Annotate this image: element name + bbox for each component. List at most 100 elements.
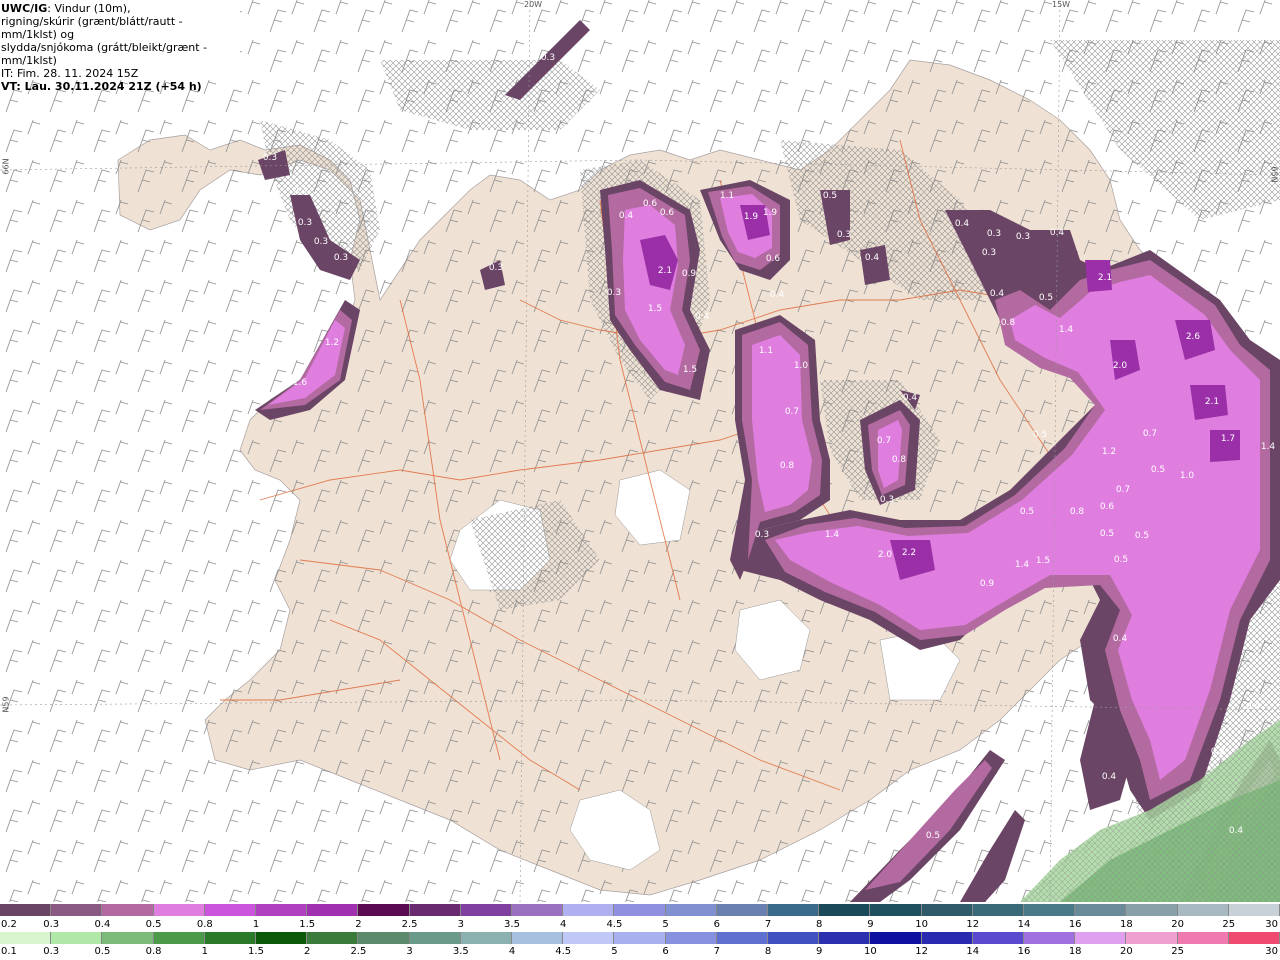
precip-value-label: 0.4 (865, 253, 880, 263)
precip-value-label: 0.4 (1246, 702, 1261, 712)
precip-value-label: 0.4 (1229, 826, 1244, 836)
legend-swatch (409, 904, 461, 916)
precip-value-label: 0.4 (619, 211, 634, 221)
precip-value-label: 0.3 (314, 237, 328, 247)
legend-swatch (512, 932, 564, 944)
legend-swatch (1228, 904, 1280, 916)
precip-value-label: 2.0 (1113, 361, 1128, 371)
precip-value-label: 0.5 (1151, 465, 1165, 475)
legend-label: 4 (560, 919, 567, 930)
precip-value-label: 0.3 (880, 495, 894, 505)
legend-label: 30 (1265, 919, 1278, 930)
legend-swatch (358, 932, 410, 944)
legend-swatch (460, 932, 513, 944)
model-name: UWC/IG (1, 2, 48, 15)
legend-label: 0.2 (1, 919, 17, 930)
legend-swatch (0, 932, 52, 944)
legend-snow-labels: 0.2 0.3 0.4 0.5 0.8 1 1.5 2 2.5 3 3.5 4 4.5 5 6 7 8 9 10 12… (0, 919, 1280, 931)
precip-value-label: 0.7 (1116, 485, 1130, 495)
precip-value-label: 1.4 (1261, 442, 1276, 452)
legend-swatch (563, 932, 615, 944)
legend-label: 18 (1068, 946, 1082, 957)
legend-label: 1.5 (299, 919, 316, 930)
precip-value-label: 0.2 (1211, 747, 1225, 757)
title-line-3: slydda/snjókoma (grátt/bleikt/grænt - mm… (1, 41, 208, 67)
legend-swatch (204, 904, 257, 916)
lat-label-65n-left: N59 (1, 696, 11, 713)
legend-swatch (921, 932, 973, 944)
legend-swatch (256, 932, 308, 944)
precip-value-label: 0.7 (785, 407, 799, 417)
legend-label: 14 (966, 946, 980, 957)
precip-value-label: 1.1 (759, 346, 773, 356)
legend-snow-colorbar (0, 904, 1280, 916)
precip-value-label: 1.4 (1015, 560, 1030, 570)
legend-swatch (921, 904, 973, 916)
precip-value-label: 0.3 (293, 186, 307, 196)
precip-value-label: 1.5 (1036, 556, 1050, 566)
legend-swatch (102, 904, 154, 916)
precip-value-label: 1.9 (763, 208, 778, 218)
precip-value-label: 0.3 (489, 263, 503, 273)
legend-swatch (102, 932, 154, 944)
legend-swatch (409, 932, 461, 944)
valid-time: VT: Lau. 30.11.2024 21Z (+54 h) (1, 80, 202, 93)
precip-value-label: 0.4 (1113, 634, 1128, 644)
legend-swatch (563, 904, 615, 916)
legend-label: 9 (867, 919, 874, 930)
precip-value-label: 0.3 (298, 218, 312, 228)
precip-value-label: 0.5 (1033, 430, 1047, 440)
precip-value-label: 1.0 (794, 361, 809, 371)
precip-value-label: 0.5 (1135, 531, 1149, 541)
precip-value-label: 0.3 (755, 530, 769, 540)
precip-value-label: 1.2 (325, 338, 339, 348)
legend-label: 20 (1171, 919, 1184, 930)
precip-value-label: 0.4 (1102, 772, 1117, 782)
legend-label: 16 (1017, 946, 1031, 957)
legend-label: 2.5 (401, 919, 418, 930)
precip-value-label: 0.4 (770, 290, 785, 300)
legend-swatch (1126, 904, 1178, 916)
lon-label-15w: 15W (1052, 0, 1071, 9)
legend-label: 25 (1222, 919, 1236, 930)
legend-swatch (614, 904, 666, 916)
legend-label: 5 (611, 946, 618, 957)
legend-swatch (972, 904, 1025, 916)
legend-swatch (512, 904, 564, 916)
legend-swatch (153, 932, 205, 944)
precip-value-label: 1.6 (293, 378, 308, 388)
legend-label: 20 (1120, 946, 1133, 957)
legend-label: 3.5 (504, 919, 520, 930)
precip-value-label: 0.5 (1114, 555, 1128, 565)
weather-map: 0.30.30.30.30.30.31.21.60.30.40.60.62.1 0… (0, 0, 1280, 902)
precip-value-label: 0.5 (1020, 507, 1034, 517)
legend-swatch (1126, 932, 1178, 944)
legend-label: 9 (816, 946, 823, 957)
legend-label: 7 (713, 946, 720, 957)
precip-value-label: 2.1 (1098, 273, 1112, 283)
legend-swatch (1177, 932, 1229, 944)
precip-value-label: 0.5 (823, 191, 837, 201)
precip-value-label: 1.4 (825, 530, 840, 540)
legend-label: 0.3 (43, 946, 60, 957)
precip-value-label: 2.1 (658, 266, 672, 276)
precip-value-label: 0.6 (660, 208, 675, 218)
precip-value-label: 0.4 (695, 312, 710, 322)
legend-swatch (1177, 904, 1229, 916)
precip-value-label: 0.4 (955, 219, 970, 229)
legend-label: 0.8 (145, 946, 162, 957)
legend-swatch (614, 932, 666, 944)
legend-label: 2 (304, 946, 311, 957)
legend-label: 8 (764, 946, 772, 957)
precip-value-label: 0.3 (334, 253, 348, 263)
legend-label: 7 (764, 919, 772, 930)
precip-value-label: 0.8 (1070, 507, 1085, 517)
legend-rain-labels: 0.1 0.3 0.5 0.8 1 1.5 2 2.5 3 3.5 4 4.5 5 6 7 8 9 10 12 14 1… (0, 946, 1280, 958)
legend-label: 8 (816, 919, 823, 930)
precip-value-label: 1.9 (744, 212, 759, 222)
precip-value-label: 0.8 (892, 455, 907, 465)
legend-label: 6 (662, 946, 669, 957)
legend-swatch (768, 904, 820, 916)
lon-label-20w: 20W (524, 0, 543, 9)
legend-label: 6 (713, 919, 720, 930)
